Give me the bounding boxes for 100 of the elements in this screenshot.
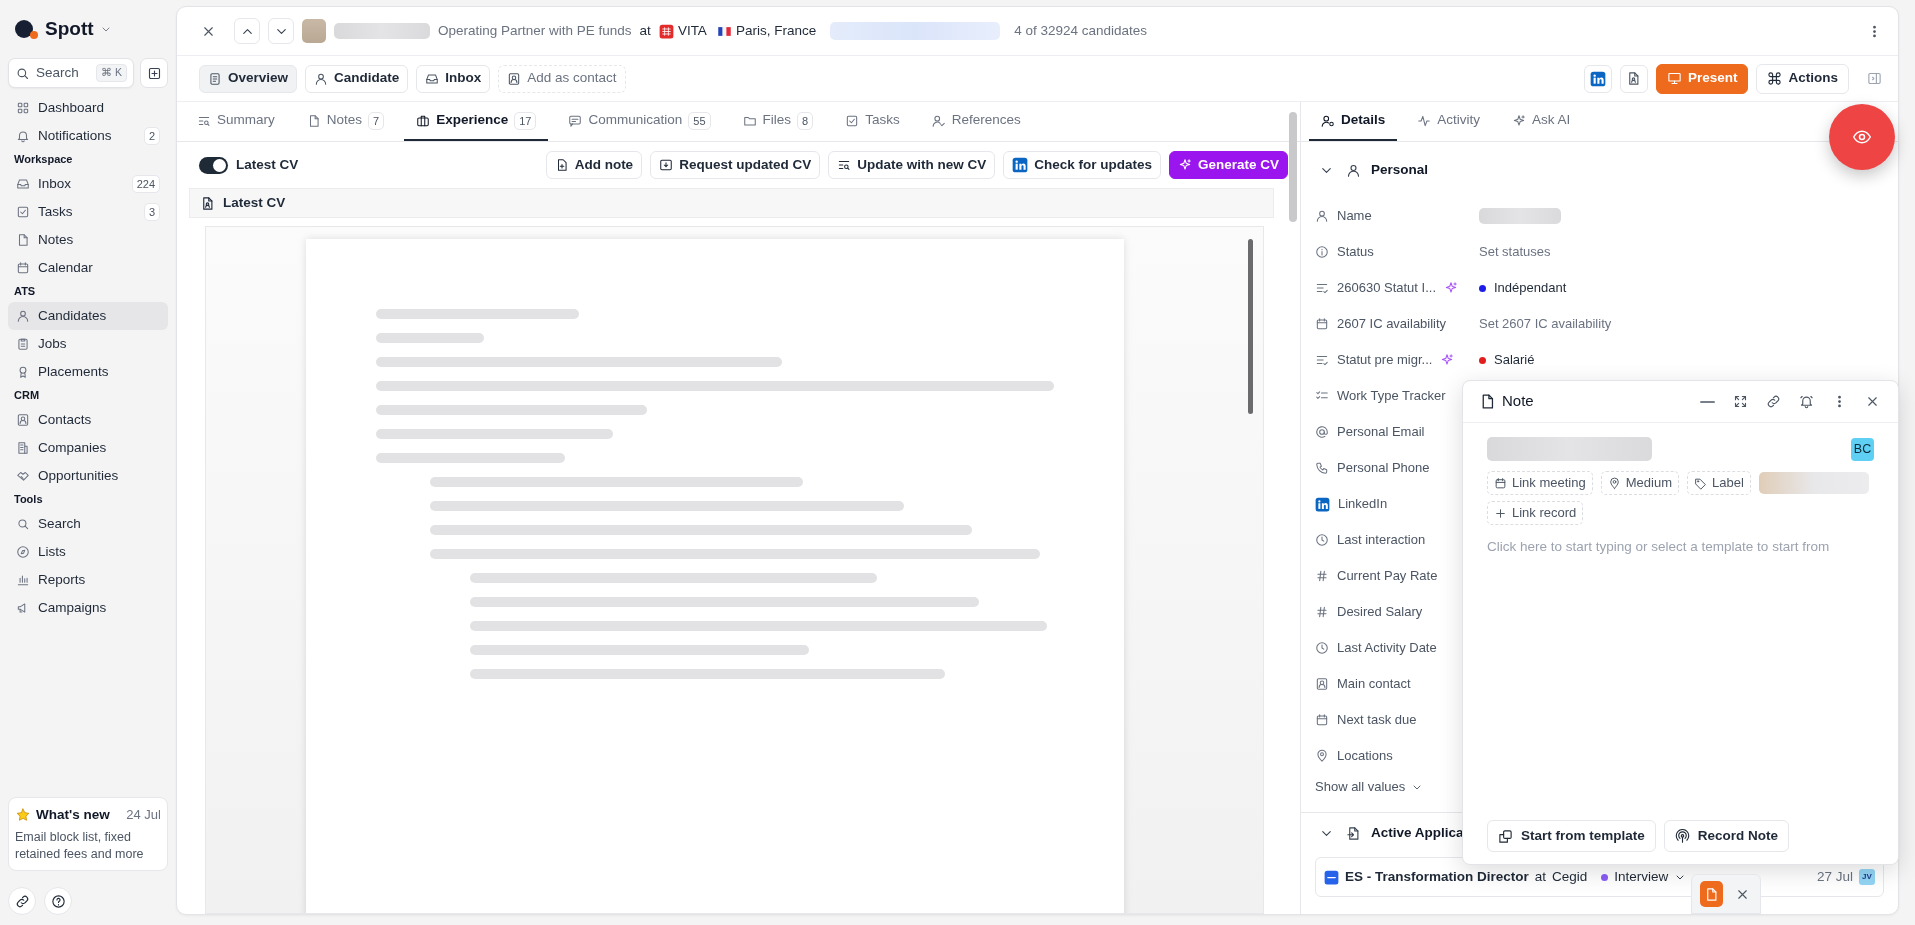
link-button[interactable] (8, 887, 36, 915)
note-editor[interactable]: Click here to start typing or select a template to start from (1487, 537, 1874, 558)
field-value[interactable]: Indépendant (1494, 278, 1567, 298)
note-chip[interactable]: Label (1686, 471, 1751, 495)
note-title: Note (1502, 391, 1534, 412)
linkedin-button[interactable] (1583, 64, 1612, 93)
sidebar-item[interactable]: Dashboard (8, 94, 168, 122)
section-title: Personal (1371, 160, 1429, 179)
inbox-icon (16, 177, 30, 191)
sidebar-item[interactable]: Opportunities (8, 462, 168, 490)
tab[interactable]: Communication 55 (556, 102, 723, 141)
company-name: Cegid (1552, 867, 1588, 886)
tab[interactable]: Summary (185, 102, 287, 141)
copy-icon (1498, 828, 1513, 844)
note-chip[interactable]: Medium (1600, 471, 1679, 495)
note-action-button[interactable]: Start from template (1487, 820, 1656, 852)
scrollbar-thumb[interactable] (1289, 112, 1297, 222)
minimize-button[interactable] (1698, 398, 1717, 405)
field-label: Personal Phone (1337, 459, 1430, 478)
sparkle-icon (1512, 113, 1527, 128)
toolbar-button[interactable]: Update with new CV (828, 151, 996, 179)
document-button[interactable] (1619, 64, 1648, 93)
close-icon (1865, 394, 1880, 409)
toggle-switch[interactable] (199, 156, 228, 174)
note-chip[interactable]: Link meeting (1487, 471, 1593, 495)
tab[interactable]: References (919, 102, 1033, 141)
person-icon (1346, 162, 1361, 178)
usercheck-icon (931, 113, 946, 128)
panel-icon (1867, 71, 1882, 86)
view-button[interactable]: Add as contact (498, 64, 626, 93)
tab[interactable]: Experience 17 (404, 102, 549, 141)
field-label: Current Pay Rate (1337, 567, 1438, 586)
toolbar-button[interactable]: Check for updates (1003, 151, 1161, 179)
field-label: Status (1337, 243, 1374, 262)
sidebar-item[interactable]: Tasks 3 (8, 198, 168, 226)
view-button[interactable]: Candidate (305, 64, 409, 93)
field-label: Last Activity Date (1337, 639, 1437, 658)
expand-icon (1733, 394, 1748, 409)
toolbar-button[interactable]: Generate CV (1168, 151, 1288, 179)
building-icon (16, 441, 30, 455)
listcheck-icon (1315, 281, 1329, 295)
field-placeholder[interactable]: Set statuses (1479, 242, 1551, 262)
clock-icon (1315, 641, 1329, 655)
field-label: Statut pre migr... (1337, 351, 1433, 370)
sidebar-item[interactable]: Notifications 2 (8, 122, 168, 150)
view-button[interactable]: Inbox (416, 64, 491, 93)
toolbar-button[interactable]: Request updated CV (650, 151, 821, 179)
view-button[interactable]: Overview (199, 64, 298, 93)
listsearch-icon (837, 158, 852, 172)
field-label: Locations (1337, 747, 1393, 766)
sidebar-item[interactable]: Reports (8, 566, 168, 594)
scrollbar-thumb[interactable] (1248, 239, 1253, 414)
sidebar-item[interactable]: Notes (8, 226, 168, 254)
document-arrow-icon (1346, 825, 1361, 841)
pin-icon (1315, 749, 1329, 763)
section-heading: ATS (13, 283, 37, 299)
hash-icon (1315, 605, 1329, 619)
open-note-button[interactable] (1700, 881, 1723, 907)
sidebar-item[interactable]: Jobs (8, 330, 168, 358)
sidebar-item[interactable]: Inbox 224 (8, 170, 168, 198)
show-all-button[interactable]: Show all values (1315, 774, 1424, 800)
field-placeholder[interactable]: Set 2607 IC availability (1479, 314, 1612, 334)
sidebar-item[interactable]: Campaigns (8, 594, 168, 622)
contact-icon (1315, 677, 1329, 691)
usergear-icon (1321, 113, 1335, 128)
header-action-button[interactable]: Actions (1756, 63, 1849, 94)
tab[interactable]: Details (1309, 102, 1398, 141)
note-action-button[interactable]: Record Note (1663, 820, 1790, 852)
candidate-position: Operating Partner with PE funds (438, 21, 632, 40)
checksq-icon (845, 113, 860, 128)
toggle-label: Latest CV (236, 155, 299, 174)
tab[interactable]: Tasks (833, 102, 912, 141)
activity-icon (1417, 113, 1432, 128)
contact-icon (507, 71, 522, 86)
command-icon (1767, 71, 1783, 86)
tab[interactable]: Activity (1405, 102, 1493, 141)
tab[interactable]: Files 8 (730, 102, 826, 141)
person-icon (314, 71, 329, 86)
sidebar-item[interactable]: Contacts (8, 406, 168, 434)
tab[interactable]: Notes 7 (294, 102, 397, 141)
sidebar-item[interactable]: Candidates (8, 302, 168, 330)
doclines-icon (208, 71, 222, 86)
sidebar-item[interactable]: Search (8, 510, 168, 538)
search-field[interactable]: Search ⌘ K (8, 58, 134, 88)
note-chip[interactable]: Link record (1487, 501, 1584, 525)
tag-icon (1693, 476, 1707, 490)
sidebar-item[interactable]: Companies (8, 434, 168, 462)
brand-name: Spott (45, 16, 94, 41)
toolbar-button[interactable]: Add note (545, 151, 643, 179)
stage-dropdown[interactable]: Interview (1593, 866, 1687, 888)
sidebar-item[interactable]: Calendar (8, 254, 168, 282)
help-button[interactable] (44, 887, 72, 915)
count-badge: 8 (797, 111, 814, 130)
field-value[interactable]: Salarié (1494, 350, 1535, 370)
sidebar-item[interactable]: Lists (8, 538, 168, 566)
document-icon (1704, 886, 1719, 902)
sidebar-item[interactable]: Placements (8, 358, 168, 386)
document-icon (200, 195, 215, 211)
tab[interactable]: Ask AI (1500, 102, 1583, 141)
new-item-button[interactable] (140, 58, 168, 88)
